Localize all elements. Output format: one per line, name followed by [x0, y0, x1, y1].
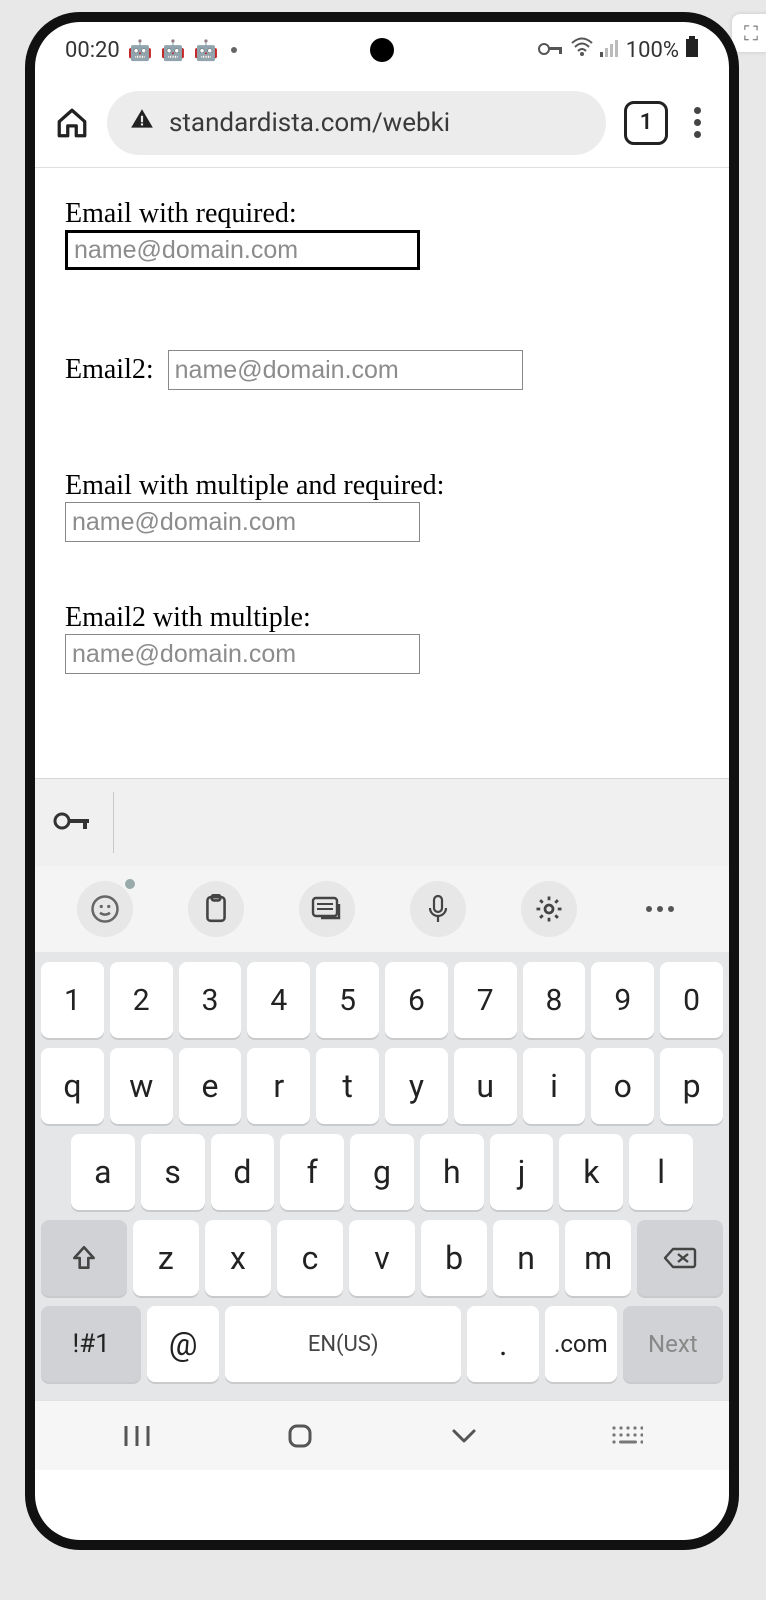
status-time: 00:20: [65, 38, 120, 63]
password-key-icon[interactable]: [53, 810, 91, 836]
key-u[interactable]: u: [454, 1048, 517, 1124]
wifi-icon: [570, 37, 594, 63]
keyboard-row-numbers: 1 2 3 4 5 6 7 8 9 0: [41, 962, 723, 1038]
key-4[interactable]: 4: [247, 962, 310, 1038]
key-v[interactable]: v: [349, 1220, 415, 1296]
keyboard-toolbar: [35, 866, 729, 952]
key-y[interactable]: y: [385, 1048, 448, 1124]
key-n[interactable]: n: [493, 1220, 559, 1296]
keyboard-row-1: q w e r t y u i o p: [41, 1048, 723, 1124]
next-key[interactable]: Next: [623, 1306, 723, 1382]
key-b[interactable]: b: [421, 1220, 487, 1296]
key-a[interactable]: a: [71, 1134, 135, 1210]
status-bar: 00:20 🤖 🤖 🤖 100%: [35, 22, 729, 78]
url-bar[interactable]: standardista.com/webki: [107, 91, 606, 155]
voice-input-button[interactable]: [410, 881, 466, 937]
camera-hole: [370, 38, 394, 62]
email-required-input[interactable]: [65, 230, 420, 270]
field-label: Email2:: [65, 354, 154, 386]
symbols-key[interactable]: !#1: [41, 1306, 141, 1382]
at-key[interactable]: @: [147, 1306, 219, 1382]
recents-button[interactable]: [107, 1416, 167, 1456]
key-s[interactable]: s: [141, 1134, 205, 1210]
emoji-button[interactable]: [77, 881, 133, 937]
keyboard-row-2: a s d f g h j k l: [41, 1134, 723, 1210]
email-multiple-required-input[interactable]: [65, 502, 420, 542]
key-9[interactable]: 9: [591, 962, 654, 1038]
autofill-strip: [35, 778, 729, 866]
key-o[interactable]: o: [591, 1048, 654, 1124]
key-f[interactable]: f: [280, 1134, 344, 1210]
android-icon: 🤖: [194, 38, 219, 62]
overflow-menu-icon[interactable]: [686, 99, 709, 146]
key-i[interactable]: i: [523, 1048, 586, 1124]
android-icon: 🤖: [128, 38, 153, 62]
key-c[interactable]: c: [277, 1220, 343, 1296]
key-w[interactable]: w: [110, 1048, 173, 1124]
backspace-key[interactable]: [637, 1220, 723, 1296]
key-k[interactable]: k: [559, 1134, 623, 1210]
battery-icon: [685, 36, 699, 64]
key-z[interactable]: z: [133, 1220, 199, 1296]
key-m[interactable]: m: [565, 1220, 631, 1296]
more-button[interactable]: [632, 881, 688, 937]
phone-frame: 00:20 🤖 🤖 🤖 100%: [25, 12, 739, 1550]
keyboard-switch-button[interactable]: [299, 881, 355, 937]
home-button[interactable]: [270, 1416, 330, 1456]
key-l[interactable]: l: [629, 1134, 693, 1210]
field-label: Email with multiple and required:: [65, 470, 699, 502]
key-g[interactable]: g: [350, 1134, 414, 1210]
notification-dot-icon: [125, 879, 135, 889]
key-d[interactable]: d: [211, 1134, 275, 1210]
divider: [113, 792, 114, 853]
back-button[interactable]: [434, 1416, 494, 1456]
space-key[interactable]: EN(US): [225, 1306, 461, 1382]
tab-switcher-button[interactable]: 1: [624, 101, 668, 145]
browser-toolbar: standardista.com/webki 1: [35, 78, 729, 168]
tab-count-text: 1: [640, 110, 653, 135]
home-icon[interactable]: [55, 106, 89, 140]
page-content[interactable]: Email with required: Email2: Email with …: [35, 168, 729, 778]
key-r[interactable]: r: [247, 1048, 310, 1124]
key-x[interactable]: x: [205, 1220, 271, 1296]
key-3[interactable]: 3: [179, 962, 242, 1038]
key-1[interactable]: 1: [41, 962, 104, 1038]
signal-icon: [600, 38, 620, 63]
screenshot-corner-icon: ⛶: [732, 14, 766, 52]
email2-multiple-input[interactable]: [65, 634, 420, 674]
clipboard-button[interactable]: [188, 881, 244, 937]
key-7[interactable]: 7: [454, 962, 517, 1038]
key-8[interactable]: 8: [523, 962, 586, 1038]
keyboard-hide-button[interactable]: [597, 1416, 657, 1456]
screen: 00:20 🤖 🤖 🤖 100%: [35, 22, 729, 1540]
period-key[interactable]: .: [467, 1306, 539, 1382]
system-nav-bar: [35, 1400, 729, 1470]
email2-input[interactable]: [168, 350, 523, 390]
shift-key[interactable]: [41, 1220, 127, 1296]
notification-dot-icon: [231, 47, 237, 53]
battery-text: 100%: [626, 38, 679, 63]
keyboard-row-bottom: !#1 @ EN(US) . .com Next: [41, 1306, 723, 1382]
keyboard: 1 2 3 4 5 6 7 8 9 0 q w e r t y u i o: [35, 952, 729, 1400]
key-0[interactable]: 0: [660, 962, 723, 1038]
key-6[interactable]: 6: [385, 962, 448, 1038]
settings-button[interactable]: [521, 881, 577, 937]
key-t[interactable]: t: [316, 1048, 379, 1124]
key-5[interactable]: 5: [316, 962, 379, 1038]
not-secure-icon: [129, 106, 155, 139]
url-text: standardista.com/webki: [169, 108, 450, 138]
android-icon: 🤖: [161, 38, 186, 62]
key-2[interactable]: 2: [110, 962, 173, 1038]
keyboard-row-3: z x c v b n m: [41, 1220, 723, 1296]
key-h[interactable]: h: [420, 1134, 484, 1210]
key-j[interactable]: j: [490, 1134, 554, 1210]
field-label: Email with required:: [65, 198, 699, 230]
field-label: Email2 with multiple:: [65, 602, 699, 634]
key-e[interactable]: e: [179, 1048, 242, 1124]
vpn-key-icon: [538, 38, 564, 63]
dotcom-key[interactable]: .com: [545, 1306, 617, 1382]
key-q[interactable]: q: [41, 1048, 104, 1124]
key-p[interactable]: p: [660, 1048, 723, 1124]
